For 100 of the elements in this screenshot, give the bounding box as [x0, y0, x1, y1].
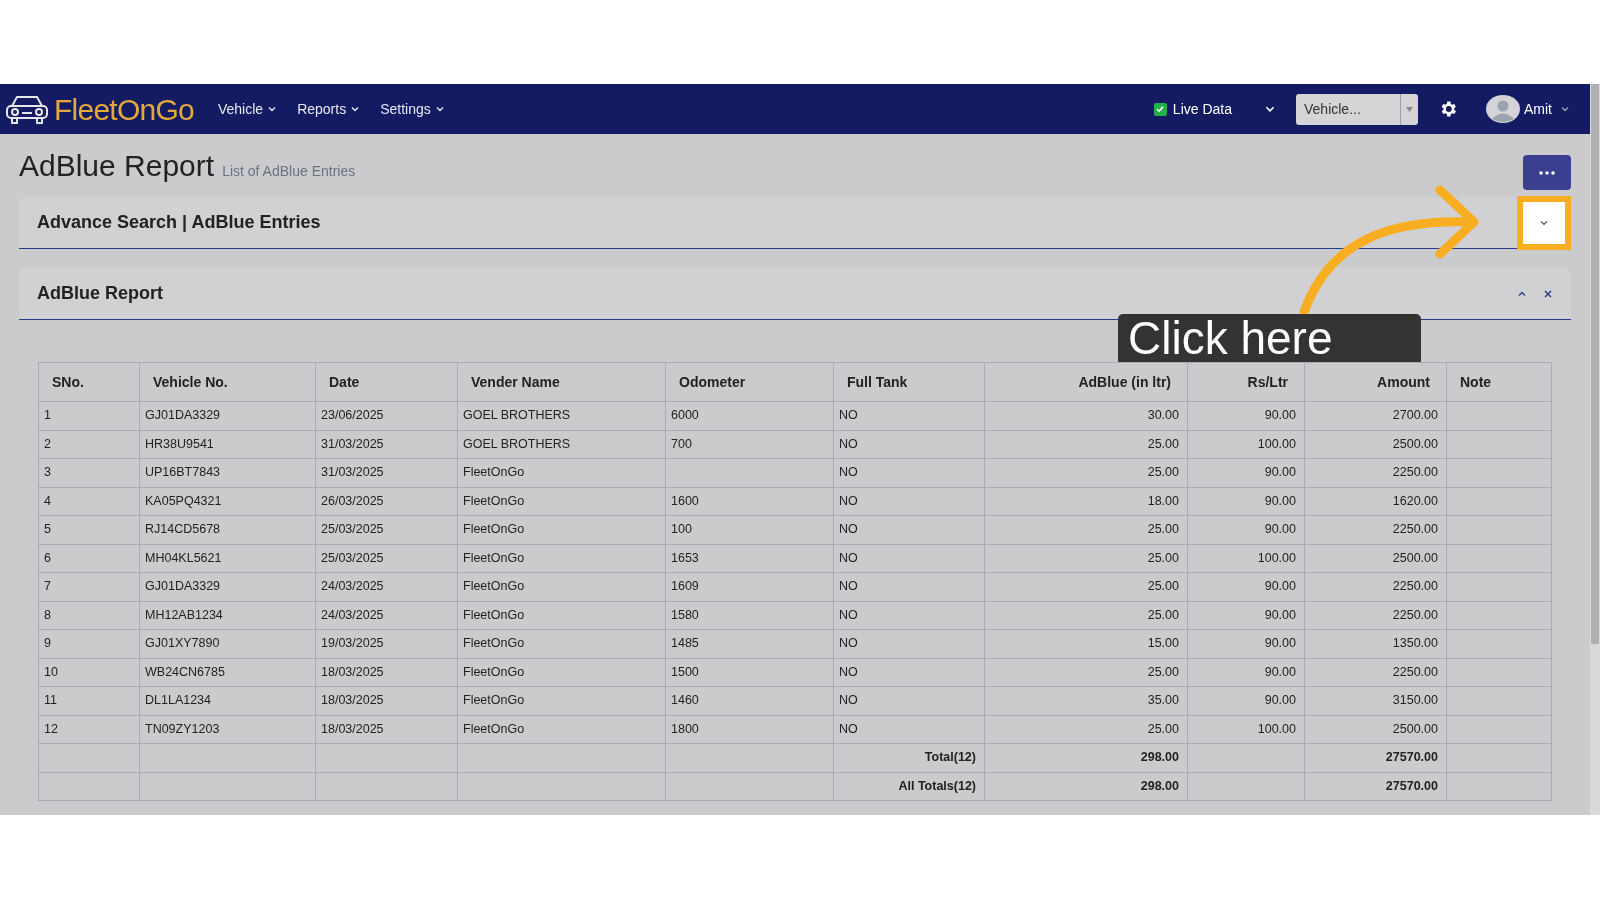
table-cell: 100.00 — [1187, 715, 1305, 744]
table-cell: 90.00 — [1187, 458, 1305, 487]
table-cell: 24/03/2025 — [315, 572, 458, 601]
column-header[interactable]: AdBlue (in ltr) — [984, 362, 1188, 402]
column-header[interactable]: SNo. — [38, 362, 140, 402]
table-cell: FleetOnGo — [457, 487, 666, 516]
table-cell: 2500.00 — [1304, 715, 1447, 744]
table-cell: NO — [833, 515, 985, 544]
table-cell: RJ14CD5678 — [139, 515, 316, 544]
table-cell: NO — [833, 544, 985, 573]
chevron-down-icon — [434, 104, 445, 114]
chevron-down-icon — [1560, 104, 1570, 114]
table-cell: 2500.00 — [1304, 430, 1447, 459]
table-cell: DL1LA1234 — [139, 686, 316, 715]
table-cell: FleetOnGo — [457, 544, 666, 573]
table-cell: 2500.00 — [1304, 544, 1447, 573]
table-cell: 1800 — [665, 715, 834, 744]
close-icon[interactable] — [1543, 288, 1553, 299]
table-cell: NO — [833, 487, 985, 516]
total-cell: 27570.00 — [1304, 743, 1447, 772]
user-menu[interactable]: Amit — [1524, 98, 1570, 120]
table-cell: 90.00 — [1187, 487, 1305, 516]
table-cell: MH04KL5621 — [139, 544, 316, 573]
table-cell: 2 — [38, 430, 140, 459]
table-cell: HR38U9541 — [139, 430, 316, 459]
table-cell: 18.00 — [984, 487, 1188, 516]
page-subtitle: List of AdBlue Entries — [222, 162, 356, 181]
table-cell: 19/03/2025 — [315, 629, 458, 658]
column-header[interactable]: Date — [315, 362, 458, 402]
table-cell: 90.00 — [1187, 629, 1305, 658]
table-cell: 25/03/2025 — [315, 515, 458, 544]
table-cell: GOEL BROTHERS — [457, 430, 666, 459]
table-cell: WB24CN6785 — [139, 658, 316, 687]
table-cell: 5 — [38, 515, 140, 544]
panel-title: AdBlue Report — [37, 282, 163, 305]
table-cell: 6 — [38, 544, 140, 573]
table-cell: NO — [833, 629, 985, 658]
table-cell: 90.00 — [1187, 686, 1305, 715]
table-cell: 1460 — [665, 686, 834, 715]
table-cell: 8 — [38, 601, 140, 630]
checkbox[interactable] — [1153, 102, 1167, 116]
column-header[interactable]: Odometer — [665, 362, 834, 402]
table-cell: 4 — [38, 487, 140, 516]
brand-logo[interactable]: FleetOnGo — [54, 86, 194, 132]
table-cell: 1485 — [665, 629, 834, 658]
column-header[interactable]: Full Tank — [833, 362, 985, 402]
table-cell: 1609 — [665, 572, 834, 601]
table-cell: 100.00 — [1187, 544, 1305, 573]
nav-menu[interactable]: Settings — [380, 98, 445, 120]
more-button[interactable] — [1523, 155, 1571, 190]
table-cell: NO — [833, 430, 985, 459]
table-cell: 25/03/2025 — [315, 544, 458, 573]
table-cell: FleetOnGo — [457, 515, 666, 544]
scrollbar[interactable] — [1590, 84, 1600, 815]
table-cell: 26/03/2025 — [315, 487, 458, 516]
column-header[interactable]: Note — [1446, 362, 1552, 402]
table-cell: 23/06/2025 — [315, 401, 458, 430]
column-header[interactable]: Vehicle No. — [139, 362, 316, 402]
table-cell: 1 — [38, 401, 140, 430]
table-cell: FleetOnGo — [457, 658, 666, 687]
total-cell: Total(12) — [833, 743, 985, 772]
total-cell: 27570.00 — [1304, 772, 1447, 801]
table-cell: 2250.00 — [1304, 658, 1447, 687]
table-cell: MH12AB1234 — [139, 601, 316, 630]
table-cell: NO — [833, 686, 985, 715]
total-cell: 298.00 — [984, 743, 1188, 772]
nav-menu[interactable]: Reports — [297, 98, 361, 120]
table-cell: NO — [833, 658, 985, 687]
table-cell: GJ01DA3329 — [139, 572, 316, 601]
table-cell: 90.00 — [1187, 515, 1305, 544]
table-cell: UP16BT7843 — [139, 458, 316, 487]
nav-menu[interactable]: Vehicle — [218, 98, 278, 120]
table-cell: 1580 — [665, 601, 834, 630]
vehicle-select[interactable]: Vehicle... — [1296, 93, 1418, 125]
total-cell: 298.00 — [984, 772, 1188, 801]
table-cell: 90.00 — [1187, 601, 1305, 630]
table-cell: GJ01XY7890 — [139, 629, 316, 658]
table-cell: 1620.00 — [1304, 487, 1447, 516]
table-cell: 700 — [665, 430, 834, 459]
column-header[interactable]: Vender Name — [457, 362, 666, 402]
table-cell: 15.00 — [984, 629, 1188, 658]
table-cell: 25.00 — [984, 430, 1188, 459]
table-cell: 2250.00 — [1304, 601, 1447, 630]
callout-label: Click here — [1118, 314, 1421, 362]
more-icon — [1539, 170, 1555, 175]
table-cell: 25.00 — [984, 515, 1188, 544]
table-cell: 6000 — [665, 401, 834, 430]
table-cell: FleetOnGo — [457, 572, 666, 601]
table-cell: 18/03/2025 — [315, 658, 458, 687]
table-cell: 11 — [38, 686, 140, 715]
table-cell: 25.00 — [984, 572, 1188, 601]
table-cell: 90.00 — [1187, 572, 1305, 601]
table-cell: 100 — [665, 515, 834, 544]
avatar[interactable] — [1486, 95, 1520, 123]
table-cell: NO — [833, 715, 985, 744]
table-cell: 1500 — [665, 658, 834, 687]
table-cell: 30.00 — [984, 401, 1188, 430]
table-cell: 90.00 — [1187, 658, 1305, 687]
table-cell: 25.00 — [984, 601, 1188, 630]
chevron-down-icon — [267, 104, 278, 114]
